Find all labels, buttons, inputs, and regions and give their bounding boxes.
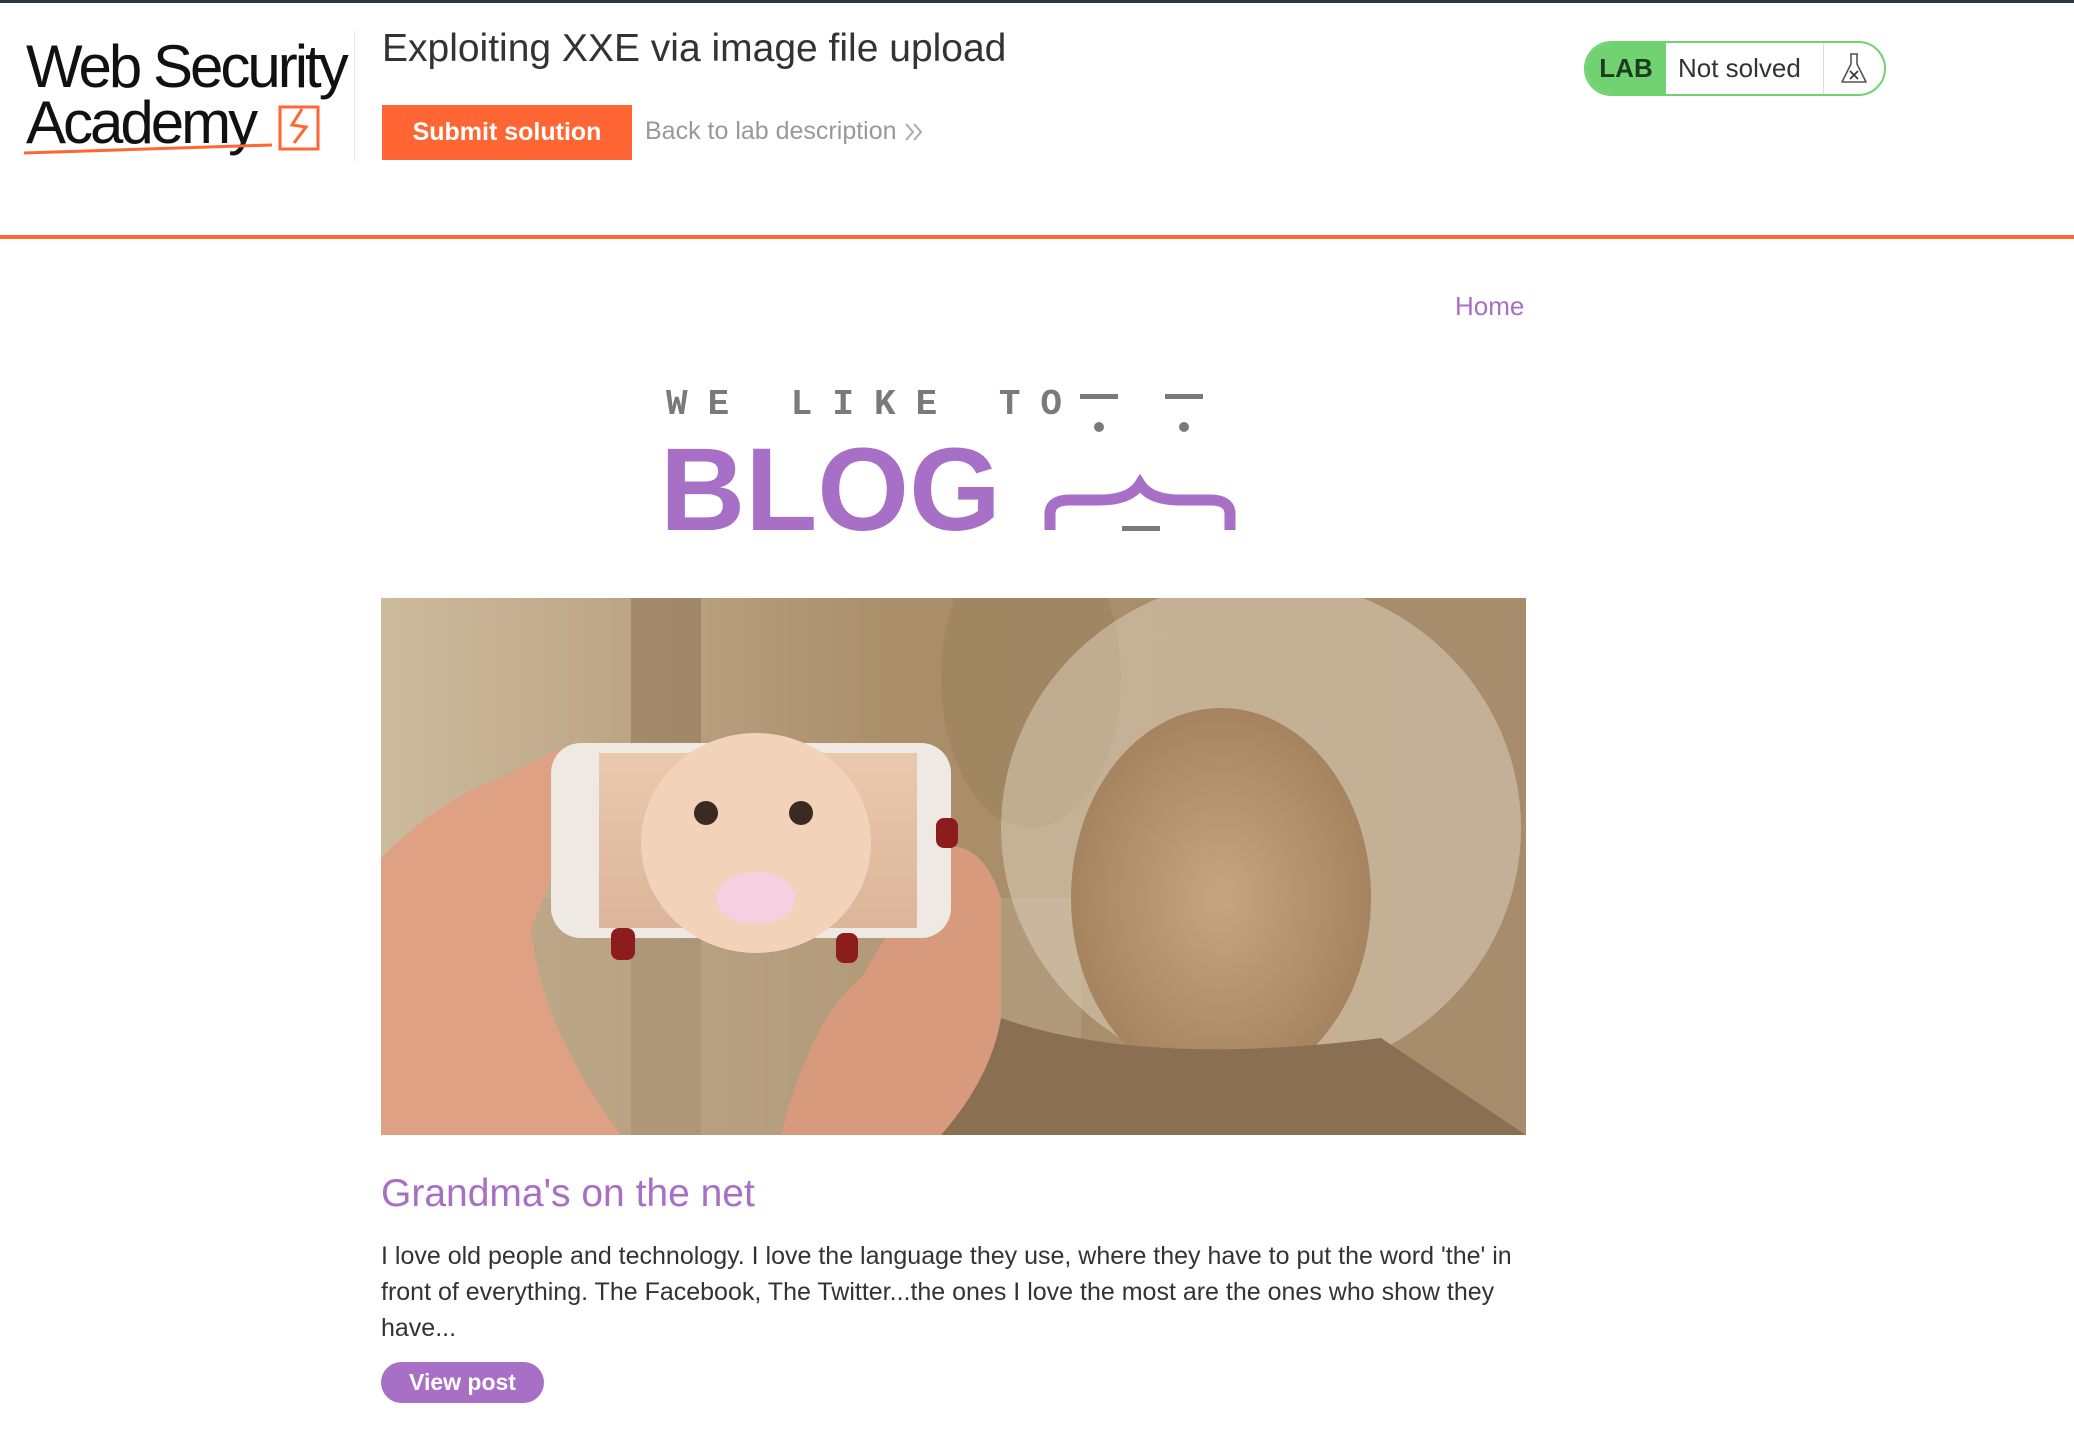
blog-logo-line-2: BLOG <box>660 424 1001 542</box>
blog-logo-line-1: WE LIKE TO <box>666 384 1082 425</box>
post-excerpt: I love old people and technology. I love… <box>381 1242 1512 1342</box>
header-divider <box>354 31 355 161</box>
lab-status-icon-box <box>1824 43 1884 94</box>
we-like-to-blog-logo: WE LIKE TO BLOG <box>660 384 1236 542</box>
lab-title: Exploiting XXE via image file upload <box>382 27 1007 70</box>
academy-bolt-icon <box>23 105 320 155</box>
post-title[interactable]: Grandma's on the net <box>381 1172 755 1216</box>
lab-badge: LAB <box>1586 43 1666 94</box>
back-to-lab-description-link[interactable]: Back to lab description <box>645 117 925 146</box>
lab-status-widget: LAB Not solved <box>1584 41 1886 96</box>
view-post-button[interactable]: View post <box>381 1362 544 1403</box>
header-rule <box>0 235 2074 239</box>
double-chevron-right-icon <box>904 122 922 141</box>
nav-home-link[interactable]: Home <box>1455 291 1524 322</box>
post-image[interactable] <box>381 598 1526 1135</box>
submit-solution-button[interactable]: Submit solution <box>382 105 632 160</box>
academy-header: Web Security Academy Exploiting XXE via … <box>0 3 2074 235</box>
grandma-photo-image <box>381 598 1526 1135</box>
web-security-academy-logo[interactable]: Web Security Academy <box>22 37 352 159</box>
flask-icon <box>1841 52 1867 83</box>
back-link-label: Back to lab description <box>645 117 897 145</box>
lab-status-text: Not solved <box>1666 43 1824 94</box>
